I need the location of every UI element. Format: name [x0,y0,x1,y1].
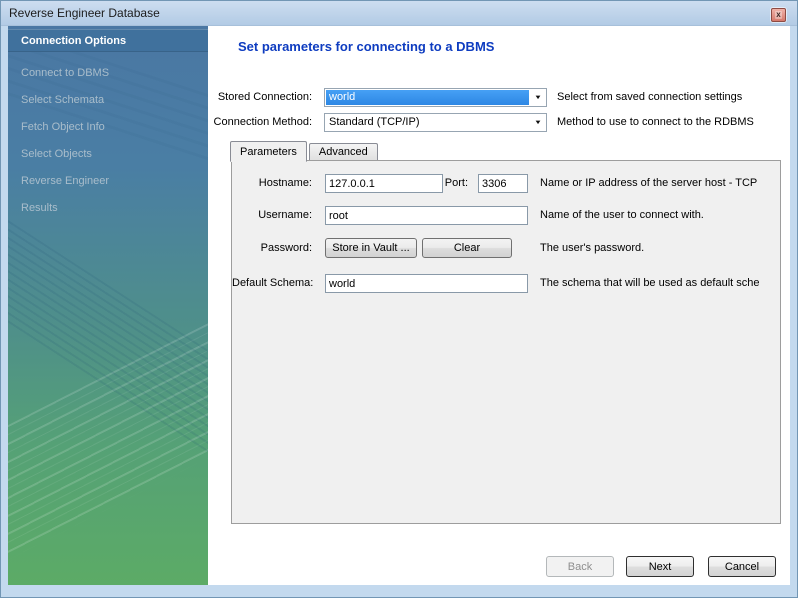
reverse-engineer-dialog: Reverse Engineer Database x Connection O… [0,0,798,598]
sidebar-item-connection-options[interactable]: Connection Options [8,29,208,52]
sidebar-item-connect-to-dbms[interactable]: Connect to DBMS [8,60,208,87]
sidebar-decoration [8,258,208,574]
default-schema-help: The schema that will be used as default … [540,274,760,293]
username-field[interactable] [325,206,528,225]
stored-connection-help: Select from saved connection settings [557,88,742,107]
sidebar-item-select-objects[interactable]: Select Objects [8,141,208,168]
password-help: The user's password. [540,239,644,258]
password-label: Password: [232,239,312,258]
tab-advanced[interactable]: Advanced [309,143,378,161]
wizard-steps-sidebar: Connection Options Connect to DBMS Selec… [8,26,208,585]
hostname-help: Name or IP address of the server host - … [540,174,757,193]
username-label: Username: [232,206,312,225]
dropdown-arrow-icon[interactable]: ▼ [530,114,546,131]
sidebar-item-reverse-engineer[interactable]: Reverse Engineer [8,168,208,195]
next-button[interactable]: Next [626,556,694,577]
hostname-label: Hostname: [232,174,312,193]
page-title: Set parameters for connecting to a DBMS [238,39,494,54]
close-icon: x [775,11,781,19]
cancel-button[interactable]: Cancel [708,556,776,577]
stored-connection-value: world [326,90,529,105]
sidebar-decoration [8,219,208,523]
port-label: Port: [428,174,468,193]
dropdown-arrow-icon[interactable]: ▼ [530,89,546,106]
sidebar-item-select-schemata[interactable]: Select Schemata [8,87,208,114]
dialog-body: Connection Options Connect to DBMS Selec… [8,26,790,585]
port-field[interactable] [478,174,528,193]
connection-method-value: Standard (TCP/IP) [326,115,529,130]
tab-parameters[interactable]: Parameters [230,141,307,162]
clear-password-button[interactable]: Clear [422,238,512,258]
close-button[interactable]: x [771,8,786,22]
default-schema-label: Default Schema: [232,274,312,293]
connection-method-help: Method to use to connect to the RDBMS [557,113,754,132]
default-schema-field[interactable] [325,274,528,293]
titlebar: Reverse Engineer Database x [1,1,797,26]
stored-connection-select[interactable]: world ▼ [324,88,547,107]
parameters-tab-strip: Parameters Advanced [230,140,380,161]
username-help: Name of the user to connect with. [540,206,704,225]
sidebar-item-results[interactable]: Results [8,195,208,222]
back-button[interactable]: Back [546,556,614,577]
main-panel: Set parameters for connecting to a DBMS … [208,26,790,585]
connection-method-select[interactable]: Standard (TCP/IP) ▼ [324,113,547,132]
connection-method-label: Connection Method: [208,113,312,132]
sidebar-item-fetch-object-info[interactable]: Fetch Object Info [8,114,208,141]
wizard-step-list: Connection Options Connect to DBMS Selec… [8,29,208,222]
parameters-tab-panel: Hostname: Port: Name or IP address of th… [231,160,781,524]
stored-connection-label: Stored Connection: [208,88,312,107]
hostname-field[interactable] [325,174,443,193]
store-in-vault-button[interactable]: Store in Vault ... [325,238,417,258]
window-title: Reverse Engineer Database [9,6,160,20]
